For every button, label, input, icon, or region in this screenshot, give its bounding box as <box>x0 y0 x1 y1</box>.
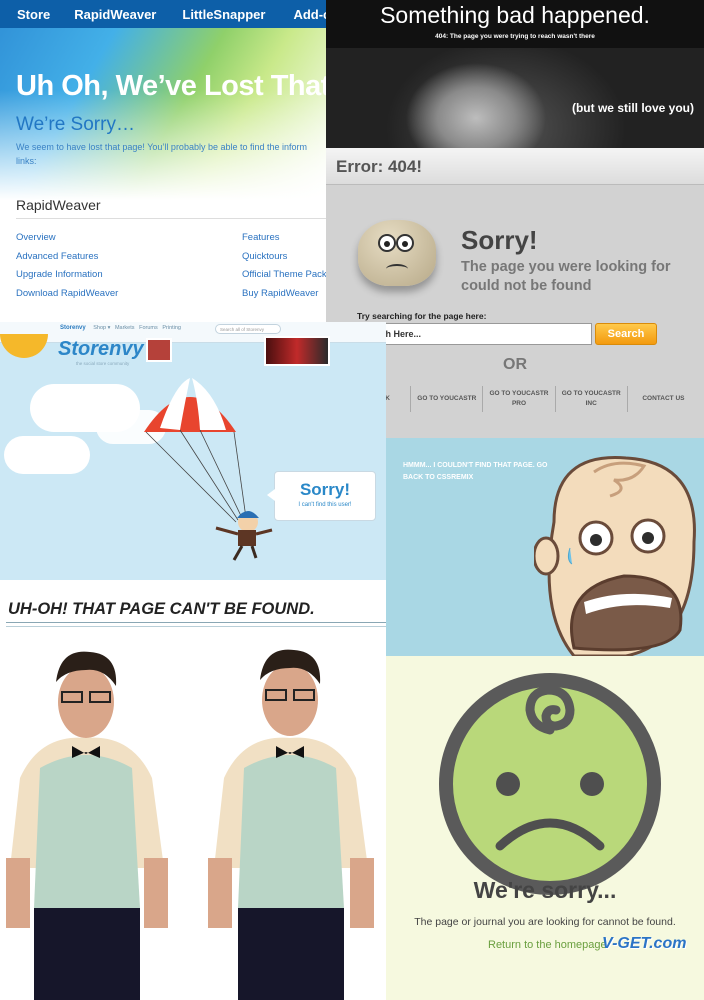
sad-blob-icon <box>358 220 436 286</box>
page-heading: Uh Oh, We’ve Lost That <box>16 70 326 102</box>
return-home-link[interactable]: Return to the homepage <box>488 939 607 951</box>
nav-printing[interactable]: Printing <box>162 325 181 331</box>
links-right: Features Quicktours Official Theme Pack … <box>242 229 326 303</box>
weresorry-404-panel: We're sorry... The page or journal you a… <box>386 656 704 1000</box>
links-left: Overview Advanced Features Upgrade Infor… <box>16 229 118 303</box>
storenvy-404-panel: Storenvy Shop ▾ Markets Forums Printing … <box>0 322 386 580</box>
section-title: RapidWeaver <box>16 197 101 213</box>
divider <box>6 622 386 623</box>
search-label: Try searching for the page here: <box>357 311 487 321</box>
nav-shop[interactable]: Shop ▾ <box>93 325 110 331</box>
search-button[interactable]: Search <box>595 323 657 345</box>
sorry-heading: Sorry! <box>461 225 538 255</box>
uhoh-heading: UH-OH! THAT PAGE CAN'T BE FOUND. <box>8 600 315 618</box>
nav-addons[interactable]: Add-on <box>293 7 326 22</box>
link-go-to-youcastr[interactable]: GO TO YOUCASTR <box>411 386 484 412</box>
top-nav: Store RapidWeaver LittleSnapper Add-on <box>0 0 326 28</box>
storenvy-search-input[interactable]: Search all of Storenvy <box>215 324 281 334</box>
sorry-message: The page you were looking for could not … <box>461 259 671 294</box>
link-contact-us[interactable]: CONTACT US <box>628 386 699 412</box>
weresorry-heading: We're sorry... <box>473 877 617 903</box>
rapidweaver-404-panel: Store RapidWeaver LittleSnapper Add-on U… <box>0 0 326 322</box>
link-overview[interactable]: Overview <box>16 229 118 248</box>
storenvy-nav: Storenvy Shop ▾ Markets Forums Printing <box>60 325 181 331</box>
uhoh-404-panel: UH-OH! THAT PAGE CAN'T BE FOUND. <box>0 580 386 1000</box>
link-upgrade-information[interactable]: Upgrade Information <box>16 266 118 285</box>
link-advanced-features[interactable]: Advanced Features <box>16 248 118 267</box>
storenvy-sorry-sub: I can't find this user! <box>298 502 352 508</box>
nav-store[interactable]: Store <box>17 7 50 22</box>
sad-smiley-icon <box>439 673 661 895</box>
watermark-logo: V-GET.com <box>602 935 687 952</box>
error-title: Error: 404! <box>336 157 422 176</box>
divider <box>16 218 326 219</box>
blob-eye-left <box>378 234 396 252</box>
bad-subtitle: 404: The page you were trying to reach w… <box>435 33 595 40</box>
something-bad-panel: Something bad happened. 404: The page yo… <box>326 0 704 148</box>
error-title-bar: Error: 404! <box>326 148 704 185</box>
cloud-icon <box>4 436 90 474</box>
bad-caption: (but we still love you) <box>571 101 694 115</box>
link-quicktours[interactable]: Quicktours <box>242 248 326 267</box>
storenvy-sorry: Sorry! <box>299 480 351 499</box>
blob-eye-right <box>396 234 414 252</box>
nav-forums[interactable]: Forums <box>139 325 158 331</box>
weresorry-message: The page or journal you are looking for … <box>414 916 676 928</box>
blob-frown <box>386 264 408 274</box>
cssremix-404-panel: HMMM... I COULDN'T FIND THAT PAGE. GO BA… <box>386 438 704 656</box>
link-buy-rapidweaver[interactable]: Buy RapidWeaver <box>242 285 326 304</box>
divider <box>6 626 386 627</box>
link-go-to-youcastr-inc[interactable]: GO TO YOUCASTR INC <box>556 386 628 412</box>
storenvy-tagline: the social store community <box>76 361 130 366</box>
nav-littlesnapper[interactable]: LittleSnapper <box>182 7 265 22</box>
storenvy-nav-brand[interactable]: Storenvy <box>60 325 86 331</box>
nav-markets[interactable]: Markets <box>115 325 135 331</box>
featured-image <box>264 336 330 366</box>
search-input[interactable]: Search Here... <box>356 323 592 345</box>
error-links: GO BACK GO TO YOUCASTR GO TO YOUCASTR PR… <box>339 386 699 412</box>
link-go-to-youcastr-pro[interactable]: GO TO YOUCASTR PRO <box>483 386 556 412</box>
bad-title: Something bad happened. <box>380 2 650 28</box>
nav-rapidweaver[interactable]: RapidWeaver <box>74 7 156 22</box>
sorry-speech-bubble: Sorry! I can't find this user! <box>267 471 376 521</box>
link-official-theme-pack[interactable]: Official Theme Pack <box>242 266 326 285</box>
page-body: We seem to have lost that page! You’ll p… <box>16 142 308 166</box>
crying-face-icon <box>534 456 696 656</box>
parachute-character-icon <box>144 378 273 561</box>
link-download-rapidweaver[interactable]: Download RapidWeaver <box>16 285 118 304</box>
shop-icon <box>146 338 172 362</box>
page-subheading: We’re Sorry… <box>16 114 135 135</box>
link-features[interactable]: Features <box>242 229 326 248</box>
sun-icon <box>0 334 48 358</box>
storenvy-logo[interactable]: Storenvy <box>58 338 144 361</box>
laughing-face-photo <box>326 48 704 148</box>
two-men-photo <box>6 649 374 1000</box>
